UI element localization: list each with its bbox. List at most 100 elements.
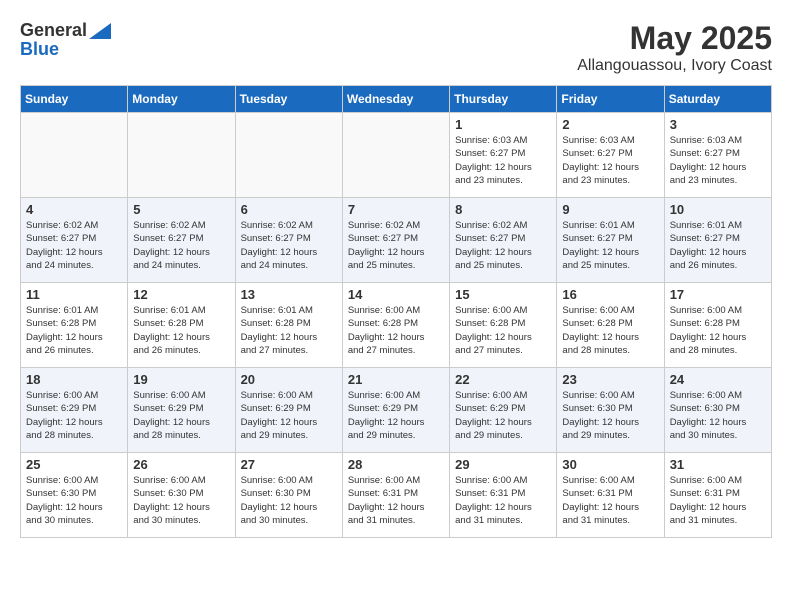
day-number: 12 xyxy=(133,287,229,302)
table-row: 17 Sunrise: 6:00 AM Sunset: 6:28 PM Dayli… xyxy=(664,283,771,368)
day-info: Sunrise: 6:00 AM Sunset: 6:31 PM Dayligh… xyxy=(670,474,766,527)
day-number: 18 xyxy=(26,372,122,387)
table-row: 1 Sunrise: 6:03 AM Sunset: 6:27 PM Daylig… xyxy=(450,113,557,198)
day-number: 22 xyxy=(455,372,551,387)
col-sunday: Sunday xyxy=(21,86,128,113)
calendar-week-row: 18 Sunrise: 6:00 AM Sunset: 6:29 PM Dayli… xyxy=(21,368,772,453)
table-row: 7 Sunrise: 6:02 AM Sunset: 6:27 PM Daylig… xyxy=(342,198,449,283)
table-row: 23 Sunrise: 6:00 AM Sunset: 6:30 PM Dayli… xyxy=(557,368,664,453)
table-row: 24Sunrise: 6:00 AM Sunset: 6:30 PM Dayli… xyxy=(664,368,771,453)
day-info: Sunrise: 6:02 AM Sunset: 6:27 PM Dayligh… xyxy=(241,219,337,272)
calendar-week-row: 1 Sunrise: 6:03 AM Sunset: 6:27 PM Daylig… xyxy=(21,113,772,198)
day-number: 30 xyxy=(562,457,658,472)
page-subtitle: Allangouassou, Ivory Coast xyxy=(577,57,772,75)
calendar-week-row: 4 Sunrise: 6:02 AM Sunset: 6:27 PM Daylig… xyxy=(21,198,772,283)
day-number: 28 xyxy=(348,457,444,472)
day-info: Sunrise: 6:00 AM Sunset: 6:31 PM Dayligh… xyxy=(348,474,444,527)
day-info: Sunrise: 6:00 AM Sunset: 6:30 PM Dayligh… xyxy=(562,389,658,442)
col-wednesday: Wednesday xyxy=(342,86,449,113)
day-number: 6 xyxy=(241,202,337,217)
table-row: 12Sunrise: 6:01 AM Sunset: 6:28 PM Dayli… xyxy=(128,283,235,368)
col-tuesday: Tuesday xyxy=(235,86,342,113)
title-block: May 2025 Allangouassou, Ivory Coast xyxy=(577,20,772,75)
logo: General Blue xyxy=(20,20,111,60)
day-number: 4 xyxy=(26,202,122,217)
table-row: 25 Sunrise: 6:00 AM Sunset: 6:30 PM Dayli… xyxy=(21,453,128,538)
day-number: 23 xyxy=(562,372,658,387)
day-number: 20 xyxy=(241,372,337,387)
day-number: 25 xyxy=(26,457,122,472)
table-row: 14 Sunrise: 6:00 AM Sunset: 6:28 PM Dayli… xyxy=(342,283,449,368)
day-info: Sunrise: 6:00 AM Sunset: 6:30 PM Dayligh… xyxy=(241,474,337,527)
table-row: 26 Sunrise: 6:00 AM Sunset: 6:30 PM Dayli… xyxy=(128,453,235,538)
day-info: Sunrise: 6:00 AM Sunset: 6:28 PM Dayligh… xyxy=(562,304,658,357)
table-row: 3Sunrise: 6:03 AM Sunset: 6:27 PM Daylig… xyxy=(664,113,771,198)
table-row xyxy=(21,113,128,198)
col-thursday: Thursday xyxy=(450,86,557,113)
day-info: Sunrise: 6:02 AM Sunset: 6:27 PM Dayligh… xyxy=(26,219,122,272)
table-row: 16 Sunrise: 6:00 AM Sunset: 6:28 PM Dayli… xyxy=(557,283,664,368)
table-row: 21 Sunrise: 6:00 AM Sunset: 6:29 PM Dayli… xyxy=(342,368,449,453)
table-row: 28 Sunrise: 6:00 AM Sunset: 6:31 PM Dayli… xyxy=(342,453,449,538)
logo-icon xyxy=(89,23,111,39)
table-row: 30 Sunrise: 6:00 AM Sunset: 6:31 PM Dayli… xyxy=(557,453,664,538)
day-number: 17 xyxy=(670,287,766,302)
day-number: 16 xyxy=(562,287,658,302)
day-number: 13 xyxy=(241,287,337,302)
table-row: 9Sunrise: 6:01 AM Sunset: 6:27 PM Daylig… xyxy=(557,198,664,283)
table-row: 15Sunrise: 6:00 AM Sunset: 6:28 PM Dayli… xyxy=(450,283,557,368)
logo-blue: Blue xyxy=(20,39,59,60)
day-info: Sunrise: 6:00 AM Sunset: 6:30 PM Dayligh… xyxy=(133,474,229,527)
table-row: 27 Sunrise: 6:00 AM Sunset: 6:30 PM Dayli… xyxy=(235,453,342,538)
table-row: 11Sunrise: 6:01 AM Sunset: 6:28 PM Dayli… xyxy=(21,283,128,368)
day-info: Sunrise: 6:00 AM Sunset: 6:29 PM Dayligh… xyxy=(26,389,122,442)
day-info: Sunrise: 6:00 AM Sunset: 6:29 PM Dayligh… xyxy=(455,389,551,442)
day-info: Sunrise: 6:02 AM Sunset: 6:27 PM Dayligh… xyxy=(348,219,444,272)
day-number: 14 xyxy=(348,287,444,302)
day-info: Sunrise: 6:00 AM Sunset: 6:31 PM Dayligh… xyxy=(455,474,551,527)
day-number: 2 xyxy=(562,117,658,132)
day-info: Sunrise: 6:00 AM Sunset: 6:28 PM Dayligh… xyxy=(670,304,766,357)
table-row: 31 Sunrise: 6:00 AM Sunset: 6:31 PM Dayli… xyxy=(664,453,771,538)
col-saturday: Saturday xyxy=(664,86,771,113)
table-row: 18 Sunrise: 6:00 AM Sunset: 6:29 PM Dayli… xyxy=(21,368,128,453)
day-info: Sunrise: 6:00 AM Sunset: 6:28 PM Dayligh… xyxy=(348,304,444,357)
col-monday: Monday xyxy=(128,86,235,113)
table-row: 13 Sunrise: 6:01 AM Sunset: 6:28 PM Dayli… xyxy=(235,283,342,368)
day-info: Sunrise: 6:00 AM Sunset: 6:28 PM Dayligh… xyxy=(455,304,551,357)
day-info: Sunrise: 6:03 AM Sunset: 6:27 PM Dayligh… xyxy=(455,134,551,187)
day-number: 31 xyxy=(670,457,766,472)
calendar-week-row: 25 Sunrise: 6:00 AM Sunset: 6:30 PM Dayli… xyxy=(21,453,772,538)
table-row xyxy=(235,113,342,198)
table-row: 5Sunrise: 6:02 AM Sunset: 6:27 PM Daylig… xyxy=(128,198,235,283)
table-row: 10Sunrise: 6:01 AM Sunset: 6:27 PM Dayli… xyxy=(664,198,771,283)
day-number: 26 xyxy=(133,457,229,472)
page-header: General Blue May 2025 Allangouassou, Ivo… xyxy=(20,20,772,75)
day-number: 9 xyxy=(562,202,658,217)
day-number: 7 xyxy=(348,202,444,217)
day-info: Sunrise: 6:01 AM Sunset: 6:28 PM Dayligh… xyxy=(26,304,122,357)
day-number: 10 xyxy=(670,202,766,217)
day-number: 21 xyxy=(348,372,444,387)
day-info: Sunrise: 6:02 AM Sunset: 6:27 PM Dayligh… xyxy=(133,219,229,272)
day-info: Sunrise: 6:01 AM Sunset: 6:28 PM Dayligh… xyxy=(241,304,337,357)
table-row xyxy=(342,113,449,198)
day-number: 1 xyxy=(455,117,551,132)
day-number: 27 xyxy=(241,457,337,472)
table-row: 4 Sunrise: 6:02 AM Sunset: 6:27 PM Daylig… xyxy=(21,198,128,283)
calendar-table: Sunday Monday Tuesday Wednesday Thursday… xyxy=(20,85,772,538)
table-row xyxy=(128,113,235,198)
day-info: Sunrise: 6:00 AM Sunset: 6:29 PM Dayligh… xyxy=(133,389,229,442)
day-info: Sunrise: 6:03 AM Sunset: 6:27 PM Dayligh… xyxy=(562,134,658,187)
day-info: Sunrise: 6:00 AM Sunset: 6:31 PM Dayligh… xyxy=(562,474,658,527)
day-info: Sunrise: 6:00 AM Sunset: 6:29 PM Dayligh… xyxy=(348,389,444,442)
calendar-header-row: Sunday Monday Tuesday Wednesday Thursday… xyxy=(21,86,772,113)
day-number: 29 xyxy=(455,457,551,472)
table-row: 2 Sunrise: 6:03 AM Sunset: 6:27 PM Daylig… xyxy=(557,113,664,198)
table-row: 6 Sunrise: 6:02 AM Sunset: 6:27 PM Daylig… xyxy=(235,198,342,283)
page-title: May 2025 xyxy=(577,20,772,57)
day-info: Sunrise: 6:00 AM Sunset: 6:30 PM Dayligh… xyxy=(26,474,122,527)
day-number: 3 xyxy=(670,117,766,132)
day-info: Sunrise: 6:02 AM Sunset: 6:27 PM Dayligh… xyxy=(455,219,551,272)
table-row: 22 Sunrise: 6:00 AM Sunset: 6:29 PM Dayli… xyxy=(450,368,557,453)
